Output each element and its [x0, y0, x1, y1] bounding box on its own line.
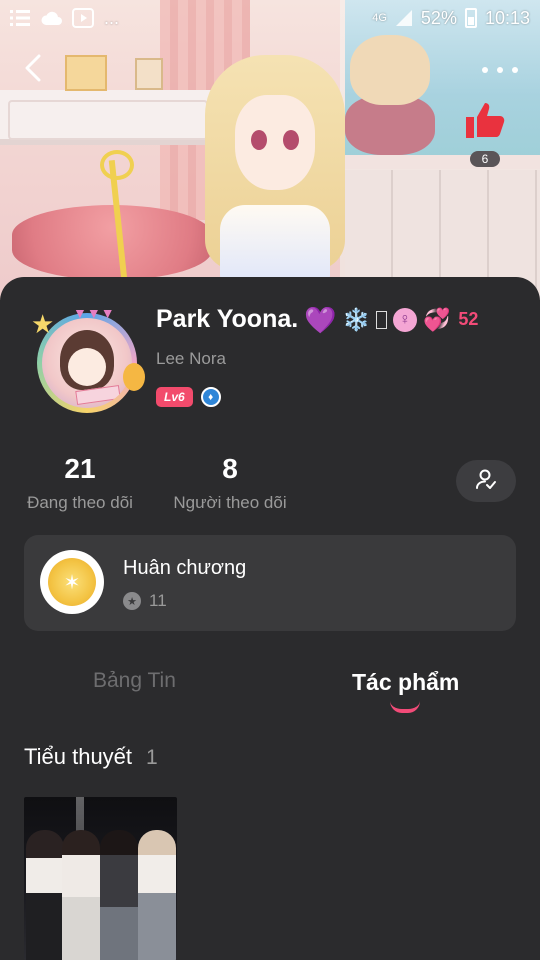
profile-badges: Lv6 ♦ — [156, 387, 221, 407]
snowflake-icon: ❄️ — [342, 306, 370, 332]
thumbs-up-icon — [464, 100, 506, 145]
follow-button[interactable] — [456, 460, 516, 502]
followers-stat[interactable]: 8 Người theo dõi — [170, 453, 290, 513]
level-badge[interactable]: Lv6 — [156, 387, 193, 407]
profile-name-row: Park Yoona. 💜 ❄️ ♀ 💞 52 — [156, 305, 478, 334]
following-count: 21 — [64, 453, 96, 484]
avatar-character-illustration — [205, 55, 345, 300]
more-options-button[interactable] — [482, 58, 518, 82]
chevron-left-icon — [24, 54, 42, 87]
medal-icon: ✶ — [40, 550, 104, 614]
female-sign-icon: ♀ — [392, 307, 417, 332]
balloon-frame-icon — [123, 363, 145, 391]
following-stat[interactable]: 21 Đang theo dõi — [24, 453, 136, 513]
tab-feed[interactable]: Bảng Tin — [93, 669, 176, 693]
status-bar: ... 4G 52% 10:13 — [0, 0, 540, 36]
following-label: Đang theo dõi — [27, 493, 133, 512]
novels-section-title: Tiểu thuyết — [24, 744, 133, 769]
more-dot-icon — [512, 67, 518, 73]
medals-title: Huân chương — [123, 557, 247, 579]
status-overflow-indicator: ... — [104, 7, 120, 28]
media-player-icon — [72, 8, 94, 28]
profile-avatar[interactable]: ★ ▼▼▼ — [25, 305, 145, 417]
profile-sheet: ★ ▼▼▼ Park Yoona. 💜 ❄️ ♀ 💞 52 Lee Nora L… — [0, 277, 540, 960]
profile-banner-image — [0, 0, 540, 300]
purple-heart-icon: 💜 — [304, 304, 337, 335]
bunting-frame-icon: ▼▼▼ — [73, 305, 115, 321]
star-badge-icon: ★ — [123, 592, 141, 610]
battery-percent: 52% — [420, 7, 457, 28]
popularity-hearts-icon: 💞 — [422, 306, 451, 332]
like-button[interactable]: 6 — [462, 100, 508, 167]
signal-icon — [395, 9, 413, 27]
notification-list-icon — [10, 9, 30, 27]
followers-label: Người theo dõi — [173, 493, 287, 512]
medals-count: 11 — [149, 591, 167, 610]
tab-works[interactable]: Tác phẩm — [352, 669, 459, 696]
active-tab-indicator — [390, 701, 420, 713]
popularity-count: 52 — [458, 309, 479, 329]
star-frame-icon: ★ — [31, 309, 55, 339]
missing-glyph-icon — [375, 310, 387, 329]
cloud-icon — [40, 10, 62, 26]
medals-count-row: ★ 11 — [123, 591, 167, 611]
avatar: ★ ▼▼▼ — [31, 305, 145, 413]
novel-cover-card[interactable] — [24, 797, 177, 960]
followers-count: 8 — [222, 453, 238, 484]
verified-shield-icon[interactable]: ♦ — [200, 387, 221, 407]
profile-username: Lee Nora — [156, 349, 226, 368]
teddy-bear-decoration — [345, 35, 440, 155]
more-dot-icon — [497, 67, 503, 73]
clock: 10:13 — [484, 7, 530, 28]
user-check-icon — [475, 468, 497, 495]
more-dot-icon — [482, 67, 488, 73]
novels-section-header: Tiểu thuyết 1 — [24, 744, 158, 770]
novels-count: 1 — [146, 746, 158, 769]
battery-icon — [464, 8, 477, 28]
medals-card[interactable]: ✶ Huân chương ★ 11 — [24, 535, 516, 631]
like-count: 6 — [470, 151, 500, 167]
back-button[interactable] — [18, 54, 48, 87]
network-type: 4G — [372, 12, 387, 24]
profile-name: Park Yoona. — [156, 305, 299, 333]
